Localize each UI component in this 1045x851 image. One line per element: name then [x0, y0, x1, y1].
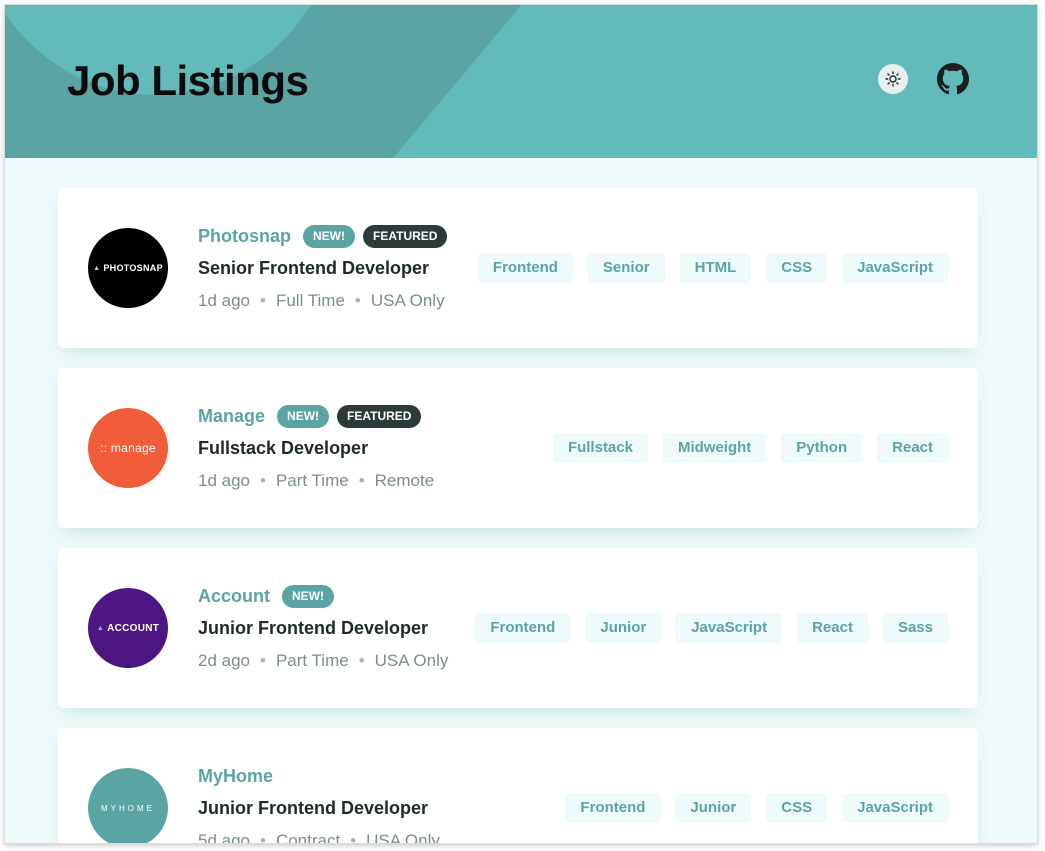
job-location: USA Only [370, 291, 445, 310]
job-card[interactable]: ▲ PHOTOSNAP Photosnap NEW! FEATURED Seni… [58, 188, 978, 348]
featured-badge: FEATURED [363, 224, 448, 248]
filter-tag[interactable]: Frontend [477, 253, 573, 283]
company-name: Photosnap [198, 225, 291, 246]
job-meta: 5d ago • Contract • USA Only [198, 831, 440, 843]
app-window: Job Listings ▲ PHOTOSNAP Photosnap NEW! … [5, 5, 1037, 843]
posted-at: 5d ago [198, 831, 250, 843]
company-logo: ▲ ACCOUNT [88, 588, 168, 668]
new-badge: NEW! [277, 404, 330, 428]
filter-tag[interactable]: JavaScript [842, 253, 948, 283]
job-meta: 1d ago • Part Time • Remote [198, 471, 434, 491]
company-row: MyHome [198, 764, 277, 788]
filter-tag[interactable]: Junior [675, 793, 752, 823]
github-icon [937, 63, 969, 95]
logo-mark-icon: ▲ [96, 624, 105, 632]
job-position[interactable]: Junior Frontend Developer [198, 798, 428, 819]
logo-text: ACCOUNT [107, 622, 160, 634]
filter-tag[interactable]: React [877, 433, 948, 463]
job-position[interactable]: Junior Frontend Developer [198, 618, 428, 639]
separator-dot: • [350, 831, 357, 843]
new-badge: NEW! [282, 584, 334, 608]
filter-tag[interactable]: JavaScript [676, 613, 783, 643]
posted-at: 2d ago [198, 651, 250, 670]
job-card[interactable]: ▲ ACCOUNT Account NEW! Junior Frontend D… [58, 548, 978, 708]
header: Job Listings [5, 5, 1037, 158]
company-row: Account NEW! [198, 584, 334, 608]
contract-type: Part Time [275, 471, 349, 490]
filter-tag[interactable]: Senior [587, 253, 665, 283]
filter-tag[interactable]: Frontend [565, 793, 661, 823]
company-row: Photosnap NEW! FEATURED [198, 224, 448, 248]
tag-list: Frontend Junior JavaScript React Sass [475, 613, 948, 643]
job-card[interactable]: :: manage Manage NEW! FEATURED Fullstack… [58, 368, 978, 528]
logo-text: MYHOME [101, 803, 155, 813]
job-location: Remote [374, 471, 435, 490]
posted-at: 1d ago [198, 291, 250, 310]
github-link[interactable] [937, 63, 969, 95]
separator-dot: • [358, 651, 365, 670]
filter-tag[interactable]: JavaScript [842, 793, 948, 823]
theme-toggle-button[interactable] [878, 64, 908, 94]
contract-type: Contract [275, 831, 341, 843]
contract-type: Full Time [275, 291, 345, 310]
header-decoration [336, 5, 1037, 158]
company-row: Manage NEW! FEATURED [198, 404, 422, 428]
company-logo: ▲ PHOTOSNAP [88, 228, 168, 308]
company-name: Account [198, 585, 270, 606]
separator-dot: • [260, 831, 266, 843]
job-meta: 1d ago • Full Time • USA Only [198, 291, 445, 311]
job-position[interactable]: Senior Frontend Developer [198, 258, 429, 279]
separator-dot: • [260, 471, 266, 490]
separator-dot: • [354, 291, 361, 310]
filter-tag[interactable]: Junior [585, 613, 662, 643]
filter-tag[interactable]: Frontend [475, 613, 571, 643]
job-location: USA Only [374, 651, 449, 670]
filter-tag[interactable]: Python [781, 433, 863, 463]
posted-at: 1d ago [198, 471, 250, 490]
separator-dot: • [358, 471, 365, 490]
filter-tag[interactable]: HTML [679, 253, 752, 283]
contract-type: Part Time [275, 651, 349, 670]
job-card[interactable]: MYHOME MyHome Junior Frontend Developer … [58, 728, 978, 843]
new-badge: NEW! [303, 224, 355, 248]
company-logo: MYHOME [88, 768, 168, 843]
separator-dot: • [260, 651, 266, 670]
featured-badge: FEATURED [337, 404, 422, 428]
page-title: Job Listings [67, 57, 309, 104]
filter-tag[interactable]: Midweight [662, 433, 767, 463]
tag-list: Frontend Junior CSS JavaScript [565, 793, 948, 823]
sun-icon [885, 71, 901, 87]
tag-list: Fullstack Midweight Python React [552, 433, 948, 463]
company-name: MyHome [198, 765, 274, 786]
tag-list: Frontend Senior HTML CSS JavaScript [477, 253, 948, 283]
logo-text: PHOTOSNAP [103, 263, 163, 273]
company-name: Manage [198, 405, 266, 426]
filter-tag[interactable]: CSS [766, 793, 828, 823]
filter-tag[interactable]: Fullstack [552, 433, 648, 463]
filter-tag[interactable]: Sass [882, 613, 948, 643]
job-position[interactable]: Fullstack Developer [198, 438, 368, 459]
job-meta: 2d ago • Part Time • USA Only [198, 651, 448, 671]
logo-text: :: manage [99, 441, 157, 455]
job-location: USA Only [366, 831, 440, 843]
company-logo: :: manage [88, 408, 168, 488]
filter-tag[interactable]: CSS [766, 253, 828, 283]
separator-dot: • [260, 291, 266, 310]
logo-mark-icon: ▲ [93, 264, 101, 272]
filter-tag[interactable]: React [797, 613, 868, 643]
